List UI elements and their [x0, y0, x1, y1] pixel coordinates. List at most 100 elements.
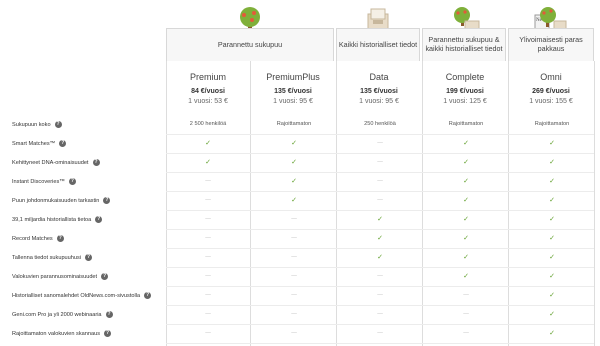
- check-icon: ✓: [463, 159, 469, 166]
- table-row: Instant Discoveries™? — ✓ — ✓ ✓: [0, 172, 600, 191]
- check-icon: ✓: [549, 140, 555, 147]
- dash-icon: —: [463, 330, 469, 336]
- plan-year-price: 1 vuosi: 95 €: [359, 98, 399, 105]
- dash-icon: —: [291, 235, 297, 241]
- help-icon[interactable]: ?: [95, 216, 103, 223]
- dash-icon: —: [291, 311, 297, 317]
- dash-icon: —: [205, 330, 211, 336]
- dash-icon: —: [377, 159, 383, 165]
- feature-label: Historialliset sanomalehdet OldNews.com-…: [12, 286, 152, 305]
- feature-label: Geni.com Pro ja yli 2000 webinaaria?: [12, 305, 113, 324]
- plan-name-omni: Omni: [540, 72, 562, 82]
- plan-name-premium: Premium: [189, 72, 226, 82]
- check-icon: ✓: [291, 140, 297, 147]
- help-icon[interactable]: ?: [92, 159, 100, 166]
- feature-label: Tallenna tiedot sukupuuhusi?: [12, 248, 93, 267]
- help-icon[interactable]: ?: [56, 235, 64, 242]
- check-icon: ✓: [463, 216, 469, 223]
- check-icon: ✓: [377, 235, 383, 242]
- row-divider: [166, 343, 594, 344]
- table-cell: 2 500 henkilöä: [189, 121, 227, 127]
- check-icon: ✓: [549, 197, 555, 204]
- feature-label-text: Rajoittamaton valokuvien skannaus: [12, 330, 100, 337]
- check-icon: ✓: [549, 216, 555, 223]
- dash-icon: —: [205, 197, 211, 203]
- table-row: Historialliset sanomalehdet OldNews.com-…: [0, 286, 600, 305]
- plan-name-complete: Complete: [445, 72, 485, 82]
- help-icon[interactable]: ?: [85, 254, 93, 261]
- dash-icon: —: [291, 330, 297, 336]
- plan-year-price: 1 vuosi: 125 €: [443, 98, 487, 105]
- dash-icon: —: [291, 254, 297, 260]
- column-header-premium: Parannettu sukupuu: [166, 28, 334, 61]
- dash-icon: —: [377, 311, 383, 317]
- dash-icon: —: [205, 216, 211, 222]
- table-row: Smart Matches™? ✓ ✓ — ✓ ✓: [0, 134, 600, 153]
- help-icon[interactable]: ?: [104, 330, 111, 337]
- check-icon: ✓: [205, 159, 211, 166]
- table-row: Kehittyneet DNA-ominaisuudet? ✓ ✓ — ✓ ✓: [0, 153, 600, 172]
- check-icon: ✓: [549, 159, 555, 166]
- dash-icon: —: [205, 178, 211, 184]
- feature-label-text: Historialliset sanomalehdet OldNews.com-…: [12, 292, 141, 299]
- check-icon: ✓: [463, 235, 469, 242]
- plan-price: 199 €/vuosi: [446, 88, 484, 95]
- feature-label-text: Valokuvien parannusominaisuudet: [12, 273, 98, 280]
- plan-year-price: 1 vuosi: 95 €: [273, 98, 313, 105]
- help-icon[interactable]: ?: [101, 273, 109, 280]
- dash-icon: —: [291, 273, 297, 279]
- help-icon[interactable]: ?: [68, 178, 76, 185]
- check-icon: ✓: [549, 254, 555, 261]
- dash-icon: —: [377, 292, 383, 298]
- feature-label-text: Geni.com Pro ja yli 2000 webinaaria: [12, 311, 102, 318]
- feature-label: 39,1 miljardia historiallista tietoa?: [12, 210, 103, 229]
- dash-icon: —: [377, 178, 383, 184]
- feature-label-text: Tallenna tiedot sukupuuhusi: [12, 254, 82, 261]
- feature-label-text: Kehittyneet DNA-ominaisuudet: [12, 159, 89, 166]
- dash-icon: —: [377, 330, 383, 336]
- table-cell: Rajoittamaton: [534, 121, 570, 127]
- help-icon[interactable]: ?: [103, 197, 111, 204]
- help-icon[interactable]: ?: [144, 292, 152, 299]
- check-icon: ✓: [377, 254, 383, 261]
- check-icon: ✓: [291, 178, 297, 185]
- check-icon: ✓: [205, 140, 211, 147]
- feature-label: Smart Matches™?: [12, 134, 67, 153]
- check-icon: ✓: [377, 216, 383, 223]
- table-row: Tallenna tiedot sukupuuhusi? — — ✓ ✓ ✓: [0, 248, 600, 267]
- table-row: Valokuvien parannusominaisuudet? — — — ✓ ✓: [0, 267, 600, 286]
- feature-label: Record Matches?: [12, 229, 64, 248]
- table-row: Puun johdonmukaisuuden tarkastin? — ✓ — ✓ ✓: [0, 191, 600, 210]
- column-header-complete: Parannettu sukupuu & kaikki historiallis…: [422, 28, 506, 61]
- check-icon: ✓: [549, 273, 555, 280]
- check-icon: ✓: [291, 159, 297, 166]
- plan-price: 269 €/vuosi: [532, 88, 570, 95]
- table-cell: Rajoittamaton: [448, 121, 484, 127]
- feature-label: Rajoittamaton valokuvien skannaus?: [12, 324, 111, 343]
- column-header-data: Kaikki historialliset tiedot: [336, 28, 420, 61]
- check-icon: ✓: [463, 140, 469, 147]
- dash-icon: —: [205, 311, 211, 317]
- plan-price: 84 €/vuosi: [191, 88, 225, 95]
- feature-label-text: Sukupuun koko: [12, 121, 51, 128]
- table-cell: Rajoittamaton: [276, 121, 312, 127]
- feature-label: Sukupuun koko?: [12, 115, 62, 134]
- table-row: Sukupuun koko? 2 500 henkilöä Rajoittamato…: [0, 115, 600, 134]
- check-icon: ✓: [463, 273, 469, 280]
- feature-label-text: Instant Discoveries™: [12, 178, 65, 185]
- plan-year-price: 1 vuosi: 53 €: [188, 98, 228, 105]
- help-icon[interactable]: ?: [105, 311, 113, 318]
- table-row: Record Matches? — — ✓ ✓ ✓: [0, 229, 600, 248]
- plan-price: 135 €/vuosi: [360, 88, 398, 95]
- plan-name-premiumplus: PremiumPlus: [266, 72, 320, 82]
- dash-icon: —: [377, 140, 383, 146]
- help-icon[interactable]: ?: [59, 140, 67, 147]
- dash-icon: —: [291, 216, 297, 222]
- feature-label-text: Record Matches: [12, 235, 53, 242]
- check-icon: ✓: [463, 197, 469, 204]
- table-row: Rajoittamaton valokuvien skannaus? — — — — ✓: [0, 324, 600, 343]
- check-icon: ✓: [463, 178, 469, 185]
- check-icon: ✓: [463, 254, 469, 261]
- dash-icon: —: [205, 254, 211, 260]
- help-icon[interactable]: ?: [54, 121, 62, 128]
